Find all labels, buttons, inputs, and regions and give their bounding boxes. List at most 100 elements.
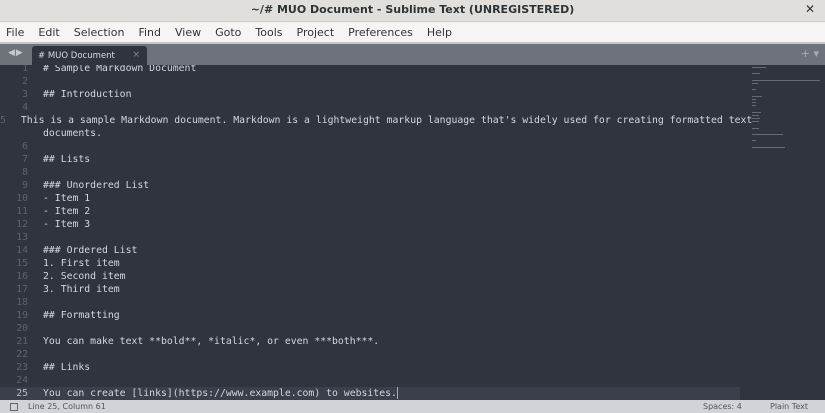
cursor-position: Line 25, Column 61 xyxy=(28,400,106,413)
code-line[interactable]: 1# Sample Markdown Document xyxy=(0,65,740,75)
minimap-line xyxy=(752,112,761,113)
code-line[interactable]: 9### Unordered List xyxy=(0,179,740,192)
minimap-line xyxy=(752,140,756,141)
line-text xyxy=(28,140,43,153)
line-number: 8 xyxy=(0,166,28,179)
code-line[interactable]: 11- Item 2 xyxy=(0,205,740,218)
minimap-line xyxy=(752,115,759,116)
menu-find[interactable]: Find xyxy=(136,26,163,39)
line-text: This is a sample Markdown document. Mark… xyxy=(6,114,752,127)
code-line[interactable]: documents. xyxy=(0,127,740,140)
panel-toggle-icon[interactable] xyxy=(10,403,18,411)
line-text: You can create [links](https://www.examp… xyxy=(28,387,397,400)
menu-selection[interactable]: Selection xyxy=(72,26,127,39)
minimap-line xyxy=(752,83,758,84)
title-bar: ~/# MUO Document - Sublime Text (UNREGIS… xyxy=(0,0,825,22)
minimap-line xyxy=(752,102,756,103)
new-tab-and-dropdown-icon[interactable]: + ▾ xyxy=(801,47,819,60)
minimap-line xyxy=(752,147,785,148)
minimap[interactable] xyxy=(752,67,822,137)
code-line[interactable]: 20 xyxy=(0,322,740,335)
code-line[interactable]: 18 xyxy=(0,296,740,309)
line-text: - Item 1 xyxy=(28,192,90,205)
code-line[interactable]: 5This is a sample Markdown document. Mar… xyxy=(0,114,740,127)
line-number: 11 xyxy=(0,205,28,218)
tab-bar: ◀▶ # MUO Document × + ▾ xyxy=(0,44,825,65)
menu-file[interactable]: File xyxy=(4,26,26,39)
code-line[interactable]: 4 xyxy=(0,101,740,114)
line-number: 16 xyxy=(0,270,28,283)
code-line[interactable]: 8 xyxy=(0,166,740,179)
code-line[interactable]: 151. First item xyxy=(0,257,740,270)
line-number: 13 xyxy=(0,231,28,244)
tab-label: # MUO Document xyxy=(38,51,115,61)
line-text: ## Introduction xyxy=(28,88,131,101)
line-number: 24 xyxy=(0,374,28,387)
line-text xyxy=(28,374,43,387)
line-text xyxy=(28,322,43,335)
code-line[interactable]: 162. Second item xyxy=(0,270,740,283)
line-number: 20 xyxy=(0,322,28,335)
line-text xyxy=(28,296,43,309)
line-number: 10 xyxy=(0,192,28,205)
line-text: documents. xyxy=(28,127,102,140)
line-text: ## Links xyxy=(28,361,90,374)
line-text xyxy=(28,166,43,179)
tab-nav-arrows-icon[interactable]: ◀▶ xyxy=(8,48,24,58)
tab-muo-document[interactable]: # MUO Document × xyxy=(32,46,147,65)
line-text: - Item 2 xyxy=(28,205,90,218)
line-number: 14 xyxy=(0,244,28,257)
minimap-line xyxy=(752,99,756,100)
code-line[interactable]: 22 xyxy=(0,348,740,361)
menu-edit[interactable]: Edit xyxy=(36,26,61,39)
line-number: 7 xyxy=(0,153,28,166)
line-text: - Item 3 xyxy=(28,218,90,231)
line-number: 21 xyxy=(0,335,28,348)
line-text: ## Lists xyxy=(28,153,90,166)
code-line[interactable]: 7## Lists xyxy=(0,153,740,166)
code-line[interactable]: 24 xyxy=(0,374,740,387)
line-text xyxy=(28,101,43,114)
syntax-selector[interactable]: Plain Text xyxy=(770,400,808,413)
menu-goto[interactable]: Goto xyxy=(213,26,243,39)
menu-tools[interactable]: Tools xyxy=(253,26,284,39)
menu-help[interactable]: Help xyxy=(425,26,454,39)
minimap-line xyxy=(752,105,756,106)
line-number: 3 xyxy=(0,88,28,101)
line-number: 4 xyxy=(0,101,28,114)
menu-preferences[interactable]: Preferences xyxy=(346,26,415,39)
minimap-line xyxy=(752,128,759,129)
menu-view[interactable]: View xyxy=(173,26,203,39)
line-text: # Sample Markdown Document xyxy=(28,65,196,75)
minimap-line xyxy=(752,96,762,97)
code-line[interactable]: 12- Item 3 xyxy=(0,218,740,231)
code-line[interactable]: 19## Formatting xyxy=(0,309,740,322)
line-number: 1 xyxy=(0,65,28,75)
code-line[interactable]: 13 xyxy=(0,231,740,244)
line-text: 3. Third item xyxy=(28,283,120,296)
code-lines[interactable]: 1# Sample Markdown Document23## Introduc… xyxy=(0,65,740,400)
menu-bar: File Edit Selection Find View Goto Tools… xyxy=(0,22,825,44)
line-number: 15 xyxy=(0,257,28,270)
line-number: 2 xyxy=(0,75,28,88)
line-number: 6 xyxy=(0,140,28,153)
indentation-setting[interactable]: Spaces: 4 xyxy=(703,400,742,413)
code-line[interactable]: 2 xyxy=(0,75,740,88)
minimap-line xyxy=(752,118,760,119)
code-line[interactable]: 21You can make text **bold**, *italic*, … xyxy=(0,335,740,348)
line-text: ## Formatting xyxy=(28,309,120,322)
tab-close-icon[interactable]: × xyxy=(132,50,140,60)
code-line[interactable]: 25You can create [links](https://www.exa… xyxy=(0,387,740,400)
code-line[interactable]: 6 xyxy=(0,140,740,153)
menu-project[interactable]: Project xyxy=(295,26,337,39)
line-text: ### Ordered List xyxy=(28,244,137,257)
line-text: 1. First item xyxy=(28,257,120,270)
code-line[interactable]: 10- Item 1 xyxy=(0,192,740,205)
window-title: ~/# MUO Document - Sublime Text (UNREGIS… xyxy=(0,3,825,16)
editor-area[interactable]: 1# Sample Markdown Document23## Introduc… xyxy=(0,65,825,400)
code-line[interactable]: 3## Introduction xyxy=(0,88,740,101)
code-line[interactable]: 173. Third item xyxy=(0,283,740,296)
code-line[interactable]: 23## Links xyxy=(0,361,740,374)
close-window-button[interactable]: ✕ xyxy=(805,2,815,16)
code-line[interactable]: 14### Ordered List xyxy=(0,244,740,257)
